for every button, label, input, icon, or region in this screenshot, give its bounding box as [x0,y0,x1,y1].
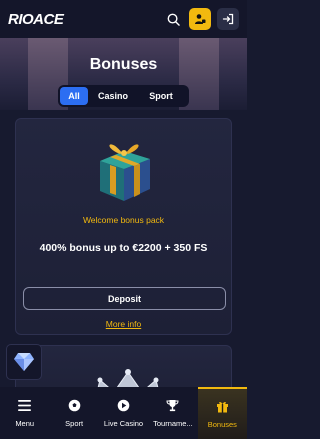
nav-label: Menu [15,418,35,428]
sport-ball-icon [67,399,81,413]
user-icon [195,14,206,24]
header-actions [163,8,239,30]
deposit-button[interactable]: Deposit [23,287,226,310]
tab-casino[interactable]: Casino [90,87,136,105]
brand-logo[interactable]: RIOACE [8,11,64,28]
trophy-icon [166,399,180,413]
login-button[interactable] [217,8,239,30]
nav-sport[interactable]: Sport [49,387,98,439]
nav-label: Tourname... [153,418,193,428]
login-icon [222,13,234,25]
user-button[interactable] [189,8,211,30]
gift-icon [215,400,229,414]
search-icon [167,13,180,26]
tab-all[interactable]: All [60,87,88,105]
tab-sport[interactable]: Sport [138,87,184,105]
nav-bonuses[interactable]: Bonuses [197,387,248,439]
more-info-link[interactable]: More info [16,319,231,329]
bonus-subtitle: Welcome bonus pack [82,215,165,225]
diamond-icon [14,353,34,371]
bonus-filter-tabs: All Casino Sport [58,85,189,107]
top-header: RIOACE [0,0,247,38]
nav-menu[interactable]: Menu [0,387,49,439]
diamond-button[interactable] [6,344,42,380]
nav-label: Sport [65,418,84,428]
bottom-navigation: Menu Sport Live Casino Tourname... Bonus… [0,387,248,439]
bonus-title: 400% bonus up to €2200 + 350 FS [39,242,208,254]
play-icon [117,399,131,413]
menu-icon [18,399,32,413]
page-title: Bonuses [89,56,158,73]
search-button[interactable] [163,9,183,29]
nav-label: Live Casino [103,418,144,428]
nav-tournaments[interactable]: Tourname... [148,387,197,439]
gift-box-image [100,144,150,201]
nav-live-casino[interactable]: Live Casino [99,387,148,439]
nav-label: Bonuses [207,419,237,429]
bonus-card: Welcome bonus pack 400% bonus up to €220… [15,118,232,335]
